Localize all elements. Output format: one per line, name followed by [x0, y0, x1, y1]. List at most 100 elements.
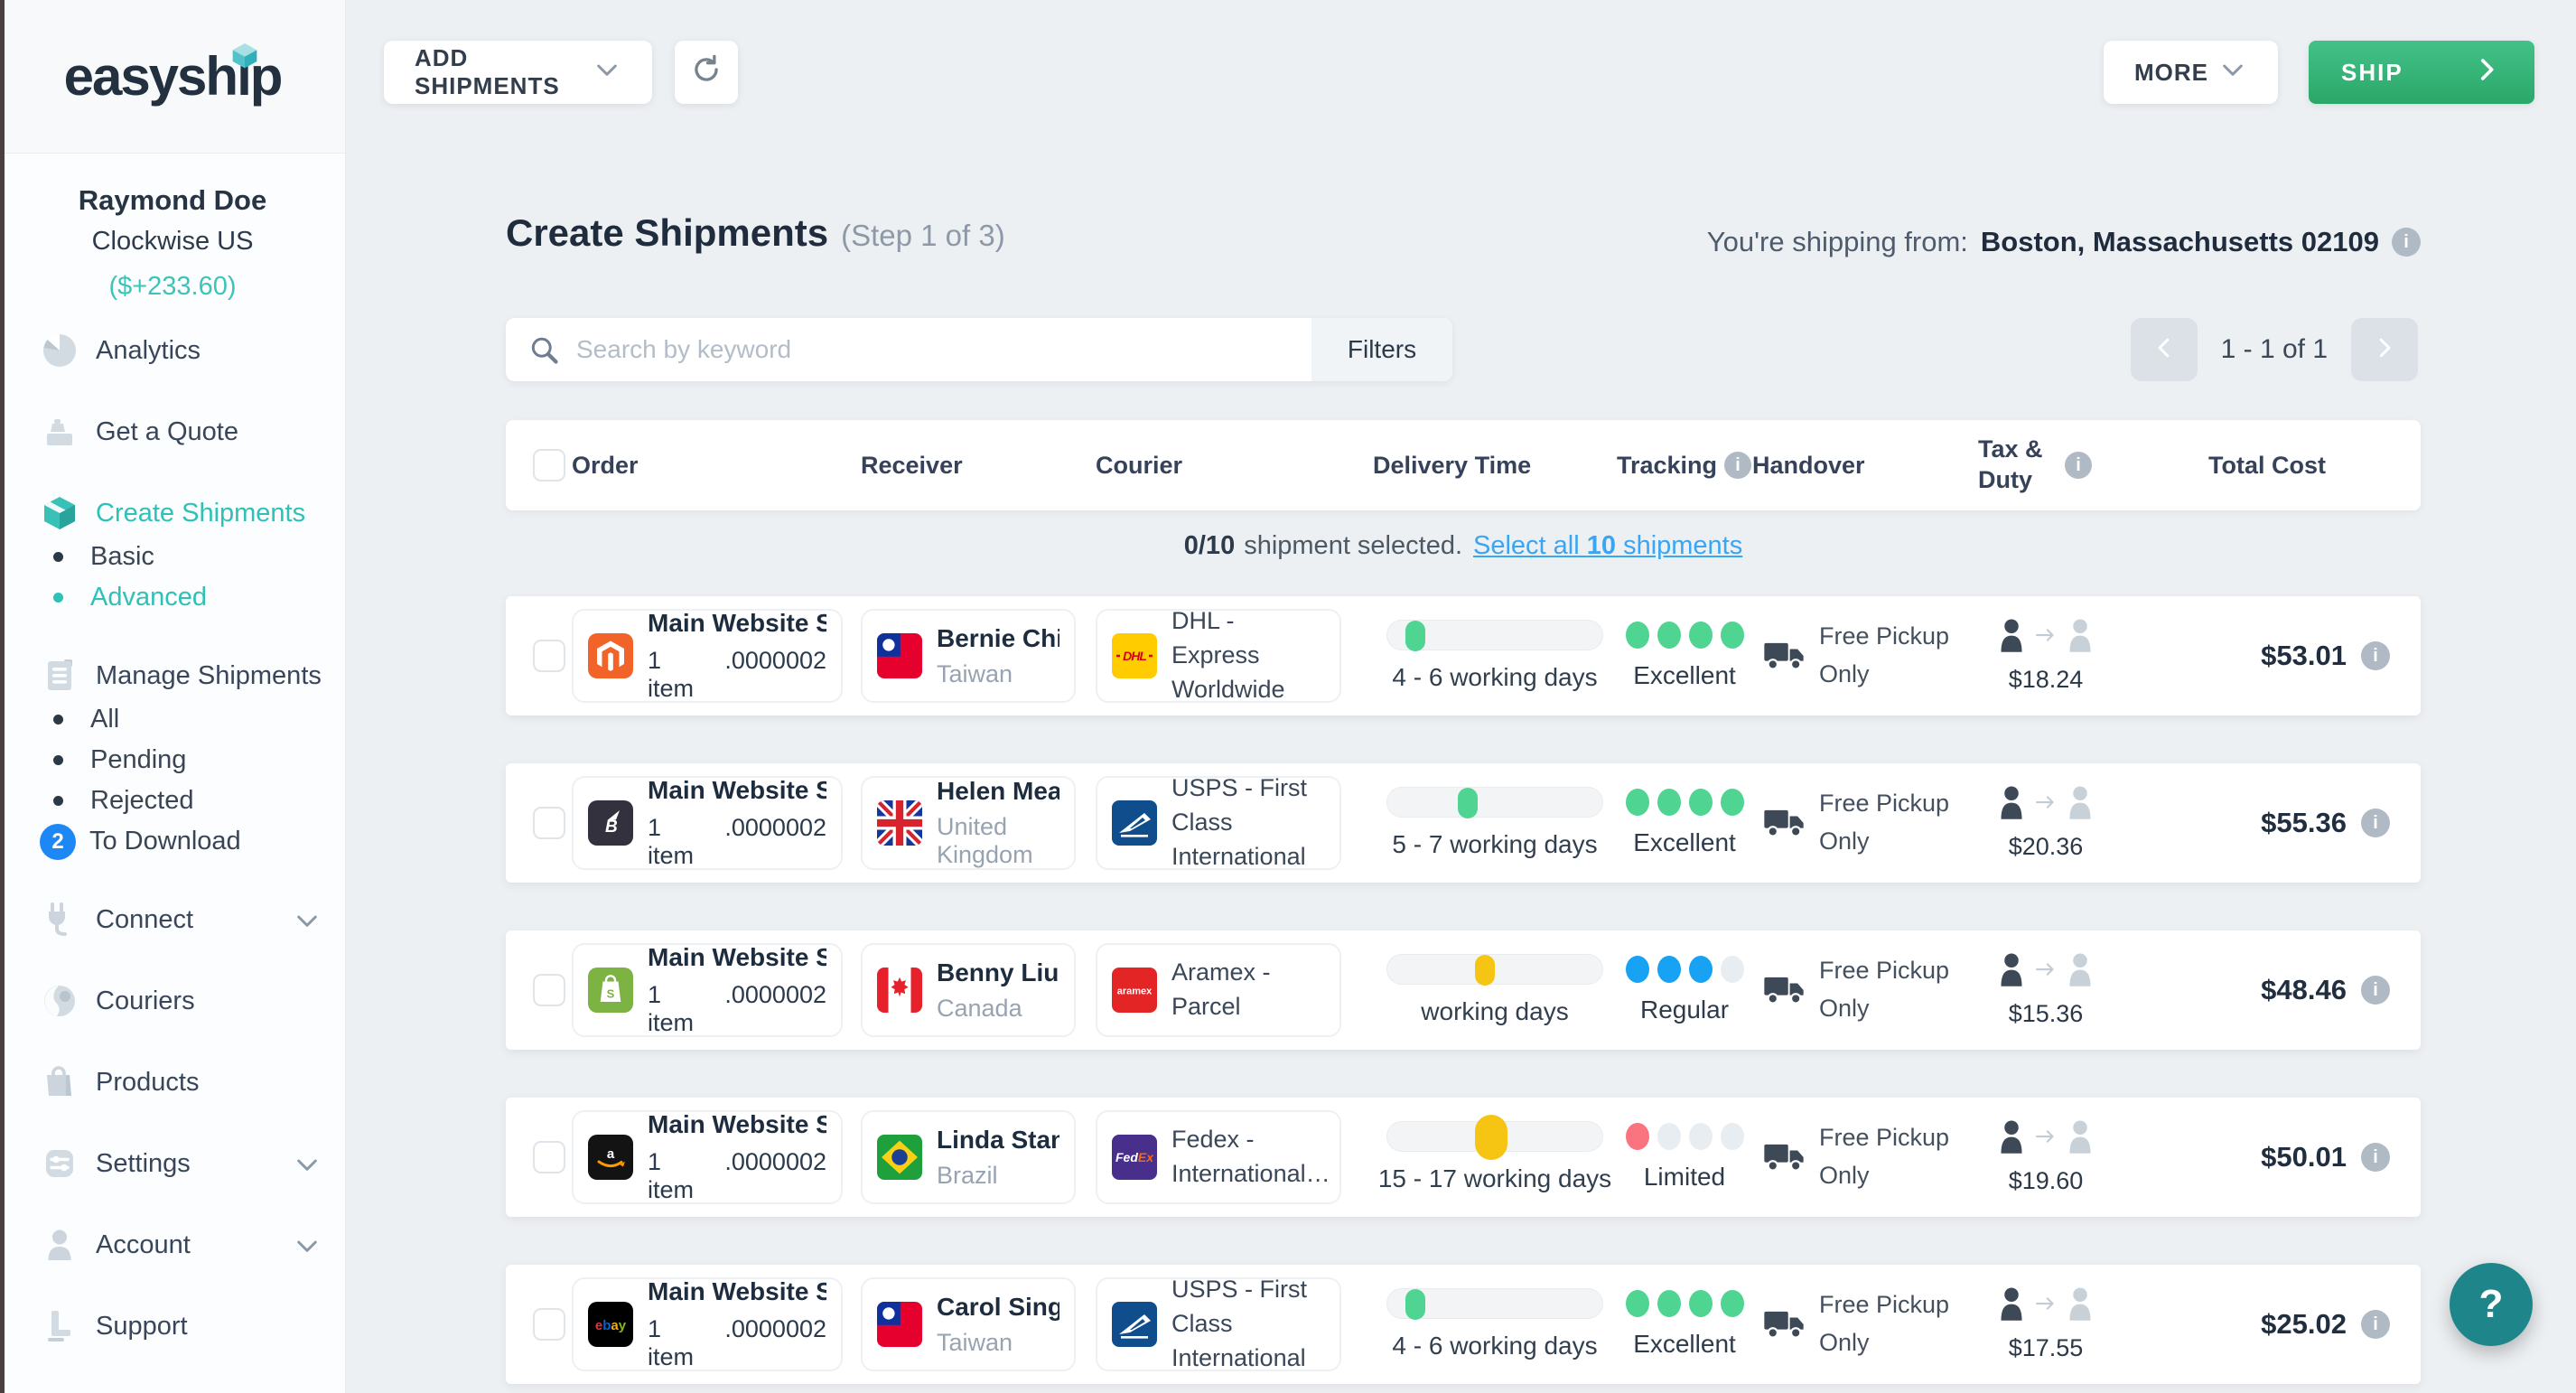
- info-icon[interactable]: [2361, 1143, 2390, 1172]
- delivery-progress-dot: [1458, 788, 1478, 818]
- nav-group: Account: [0, 1221, 345, 1268]
- sidebar-item-support[interactable]: Support: [0, 1303, 345, 1350]
- courier-name: Aramex - Parcel: [1171, 956, 1325, 1024]
- info-icon[interactable]: [2361, 976, 2390, 1005]
- courier-card[interactable]: FedExFedex - International…: [1096, 1110, 1341, 1204]
- select-all-checkbox[interactable]: [533, 449, 565, 481]
- add-shipments-button[interactable]: ADD SHIPMENTS: [384, 41, 652, 104]
- sidebar-item-all[interactable]: All: [0, 699, 345, 740]
- order-card[interactable]: BMain Website St…1 item.0000002: [572, 776, 843, 870]
- sidebar-item-manage-shipments[interactable]: Manage Shipments: [0, 652, 345, 699]
- courier-name: USPS - First Class International: [1171, 1273, 1325, 1375]
- svg-text:S: S: [607, 987, 615, 1001]
- order-card[interactable]: aMain Website St…1 item.0000002: [572, 1110, 843, 1204]
- info-icon[interactable]: [1724, 452, 1751, 479]
- nav-group: Products: [0, 1059, 345, 1106]
- info-icon[interactable]: [2361, 1310, 2390, 1339]
- next-page-button[interactable]: [2351, 318, 2418, 381]
- manage-shipments-icon: [40, 656, 79, 696]
- sidebar-item-advanced[interactable]: Advanced: [0, 577, 345, 618]
- tracking-dot: [1626, 622, 1649, 649]
- receiver-card[interactable]: Bernie ChiuTaiwan: [861, 609, 1076, 703]
- receiver-card[interactable]: Linda StanBrazil: [861, 1110, 1076, 1204]
- more-button[interactable]: MORE: [2104, 41, 2278, 104]
- sidebar-item-get-a-quote[interactable]: Get a Quote: [0, 408, 345, 455]
- sender-person-icon: [1998, 952, 2025, 991]
- prev-page-button[interactable]: [2131, 318, 2198, 381]
- sidebar-item-create-shipments[interactable]: Create Shipments: [0, 490, 345, 537]
- arrow-right-icon: [2032, 1123, 2059, 1150]
- nav-group: Create Shipments BasicAdvanced: [0, 490, 345, 618]
- courier-card[interactable]: DHLDHL - Express Worldwide: [1096, 609, 1341, 703]
- ship-button[interactable]: SHIP: [2309, 41, 2534, 104]
- receiver-card[interactable]: Benny LiuCanada: [861, 943, 1076, 1037]
- chevron-down-icon: [593, 55, 621, 90]
- sidebar-item-products[interactable]: Products: [0, 1059, 345, 1106]
- receiver-person-icon: [2067, 785, 2094, 824]
- sidebar-nav: Analytics Get a Quote Create Shipments Basi…: [0, 320, 345, 1350]
- select-all-link[interactable]: Select all 10 shipments: [1473, 531, 1742, 560]
- tracking-dot: [1689, 956, 1713, 983]
- sidebar-item-pending[interactable]: Pending: [0, 740, 345, 781]
- chevron-down-icon: [2218, 55, 2247, 90]
- user-company: Clockwise US: [9, 220, 336, 262]
- chevron-left-icon: [2151, 334, 2178, 366]
- usps-logo-icon: [1112, 1302, 1157, 1347]
- sidebar-item-label: Create Shipments: [96, 499, 305, 528]
- refresh-button[interactable]: [675, 41, 738, 104]
- info-icon[interactable]: [2361, 809, 2390, 837]
- bullet-icon: [53, 755, 63, 765]
- row-checkbox[interactable]: [533, 974, 565, 1006]
- order-card[interactable]: ebayMain Website St…1 item.0000002: [572, 1277, 843, 1371]
- search-input[interactable]: [576, 318, 1311, 381]
- courier-card[interactable]: USPS - First Class International: [1096, 776, 1341, 870]
- courier-card[interactable]: aramexAramex - Parcel: [1096, 943, 1341, 1037]
- truck-icon: [1763, 641, 1805, 670]
- info-icon[interactable]: [2065, 452, 2092, 479]
- sidebar-item-basic[interactable]: Basic: [0, 537, 345, 577]
- sidebar-item-rejected[interactable]: Rejected: [0, 781, 345, 821]
- bullet-icon: [53, 796, 63, 806]
- courier-card[interactable]: USPS - First Class International: [1096, 1277, 1341, 1371]
- order-ref: .0000002: [724, 1315, 826, 1371]
- info-icon[interactable]: [2361, 641, 2390, 670]
- tracking-rating: Excellent: [1633, 1330, 1736, 1359]
- shipping-from-value: Boston, Massachusetts 02109: [1981, 226, 2379, 258]
- order-card[interactable]: Main Website St…1 item.0000002: [572, 609, 843, 703]
- sidebar-item-couriers[interactable]: Couriers: [0, 977, 345, 1024]
- delivery-time: 4 - 6 working days: [1392, 663, 1597, 692]
- tracking-dot: [1721, 1290, 1744, 1317]
- receiver-country: Taiwan: [937, 660, 1059, 688]
- order-card[interactable]: SMain Website St…1 item.0000002: [572, 943, 843, 1037]
- delivery-time: 5 - 7 working days: [1392, 830, 1597, 859]
- receiver-country: Taiwan: [937, 1329, 1059, 1357]
- receiver-card[interactable]: Carol SingTaiwan: [861, 1277, 1076, 1371]
- sidebar-item-settings[interactable]: Settings: [0, 1140, 345, 1187]
- sidebar-item-to-download[interactable]: 2To Download: [0, 821, 345, 862]
- row-checkbox[interactable]: [533, 807, 565, 839]
- sidebar-item-analytics[interactable]: Analytics: [0, 327, 345, 374]
- sidebar-item-connect[interactable]: Connect: [0, 896, 345, 943]
- help-fab-button[interactable]: ?: [2450, 1263, 2533, 1346]
- chevron-right-icon: [2471, 54, 2502, 91]
- tracking-dots: [1626, 789, 1744, 816]
- row-checkbox[interactable]: [533, 1141, 565, 1173]
- sidebar-item-account[interactable]: Account: [0, 1221, 345, 1268]
- arrow-right-icon: [2032, 1290, 2059, 1317]
- receiver-card[interactable]: Helen Mea..United Kingdom: [861, 776, 1076, 870]
- page-step: (Step 1 of 3): [841, 219, 1005, 252]
- tracking-dot: [1689, 1290, 1713, 1317]
- items-count: 1 item: [648, 981, 694, 1037]
- svg-text:FedEx: FedEx: [1115, 1150, 1154, 1164]
- chevron-down-icon: [293, 906, 322, 940]
- row-checkbox[interactable]: [533, 1308, 565, 1341]
- sender-person-icon: [1998, 1119, 2025, 1158]
- tax-duty-payer: [1998, 618, 2094, 657]
- row-checkbox[interactable]: [533, 640, 565, 672]
- info-icon[interactable]: [2392, 228, 2421, 257]
- filters-button[interactable]: Filters: [1311, 318, 1452, 381]
- items-count: 1 item: [648, 1315, 694, 1371]
- handover-type: Free Pickup Only: [1819, 952, 1955, 1028]
- column-header-delivery-time: Delivery Time: [1373, 452, 1531, 480]
- bullet-icon: [53, 552, 63, 562]
